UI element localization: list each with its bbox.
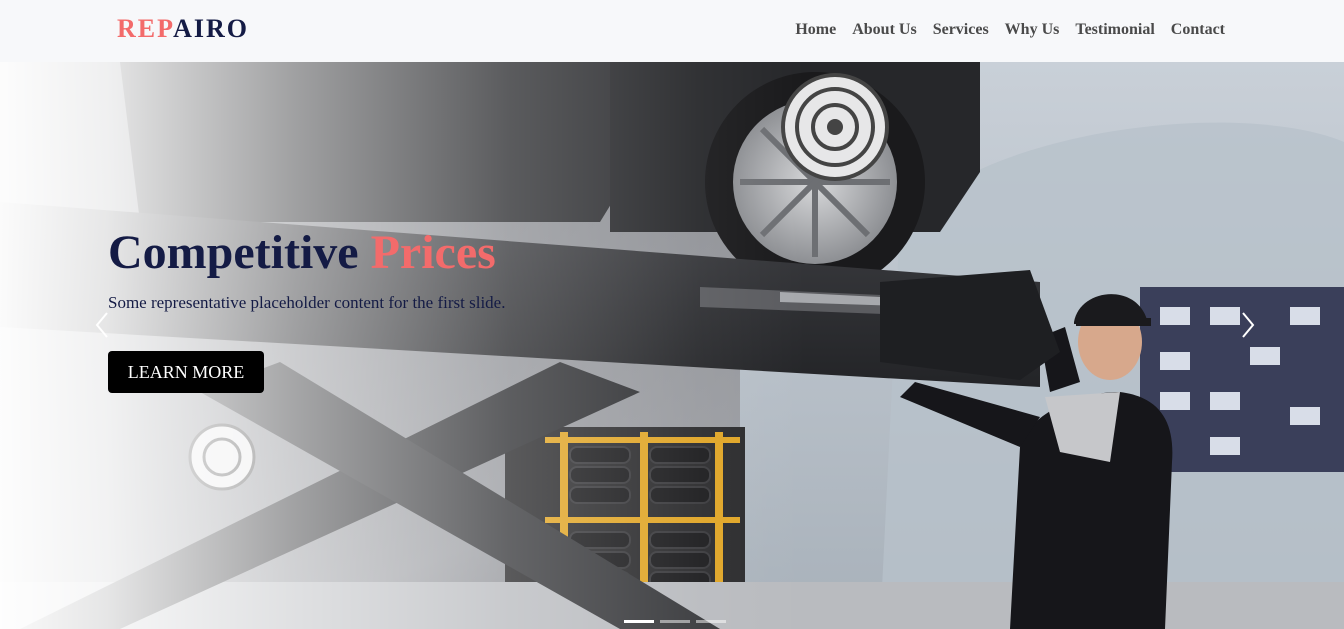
nav-link-home[interactable]: Home <box>795 19 836 41</box>
brand-logo-part2: AIRO <box>173 14 249 43</box>
hero-subtitle: Some representative placeholder content … <box>108 293 506 312</box>
main-nav: Home About Us Services Why Us Testimonia… <box>795 19 1225 41</box>
brand-logo-part1: REP <box>117 14 174 43</box>
chevron-left-icon <box>95 312 108 338</box>
hero-overlay-gradient <box>0 62 1344 629</box>
carousel-indicator-1[interactable] <box>624 620 654 623</box>
carousel-indicators <box>624 620 726 623</box>
carousel-prev-button[interactable] <box>92 310 112 340</box>
hero-title-main: Competitive <box>108 226 359 279</box>
carousel-caption: Competitive Prices Some representative p… <box>108 225 505 313</box>
hero-title: Competitive Prices <box>108 225 505 281</box>
nav-link-services[interactable]: Services <box>933 19 989 41</box>
carousel-indicator-3[interactable] <box>696 620 726 623</box>
carousel-next-button[interactable] <box>1238 310 1258 340</box>
nav-link-why-us[interactable]: Why Us <box>1005 19 1060 41</box>
hero-title-accent: Prices <box>370 226 496 279</box>
learn-more-button[interactable]: LEARN MORE <box>108 351 264 393</box>
chevron-right-icon <box>1242 312 1255 338</box>
navbar: REPAIRO Home About Us Services Why Us Te… <box>0 0 1344 62</box>
carousel-indicator-2[interactable] <box>660 620 690 623</box>
nav-link-contact[interactable]: Contact <box>1171 19 1225 41</box>
nav-link-testimonial[interactable]: Testimonial <box>1075 19 1154 41</box>
brand-logo[interactable]: REPAIRO <box>117 14 249 44</box>
hero-carousel: Competitive Prices Some representative p… <box>0 62 1344 629</box>
nav-link-about-us[interactable]: About Us <box>852 19 916 41</box>
